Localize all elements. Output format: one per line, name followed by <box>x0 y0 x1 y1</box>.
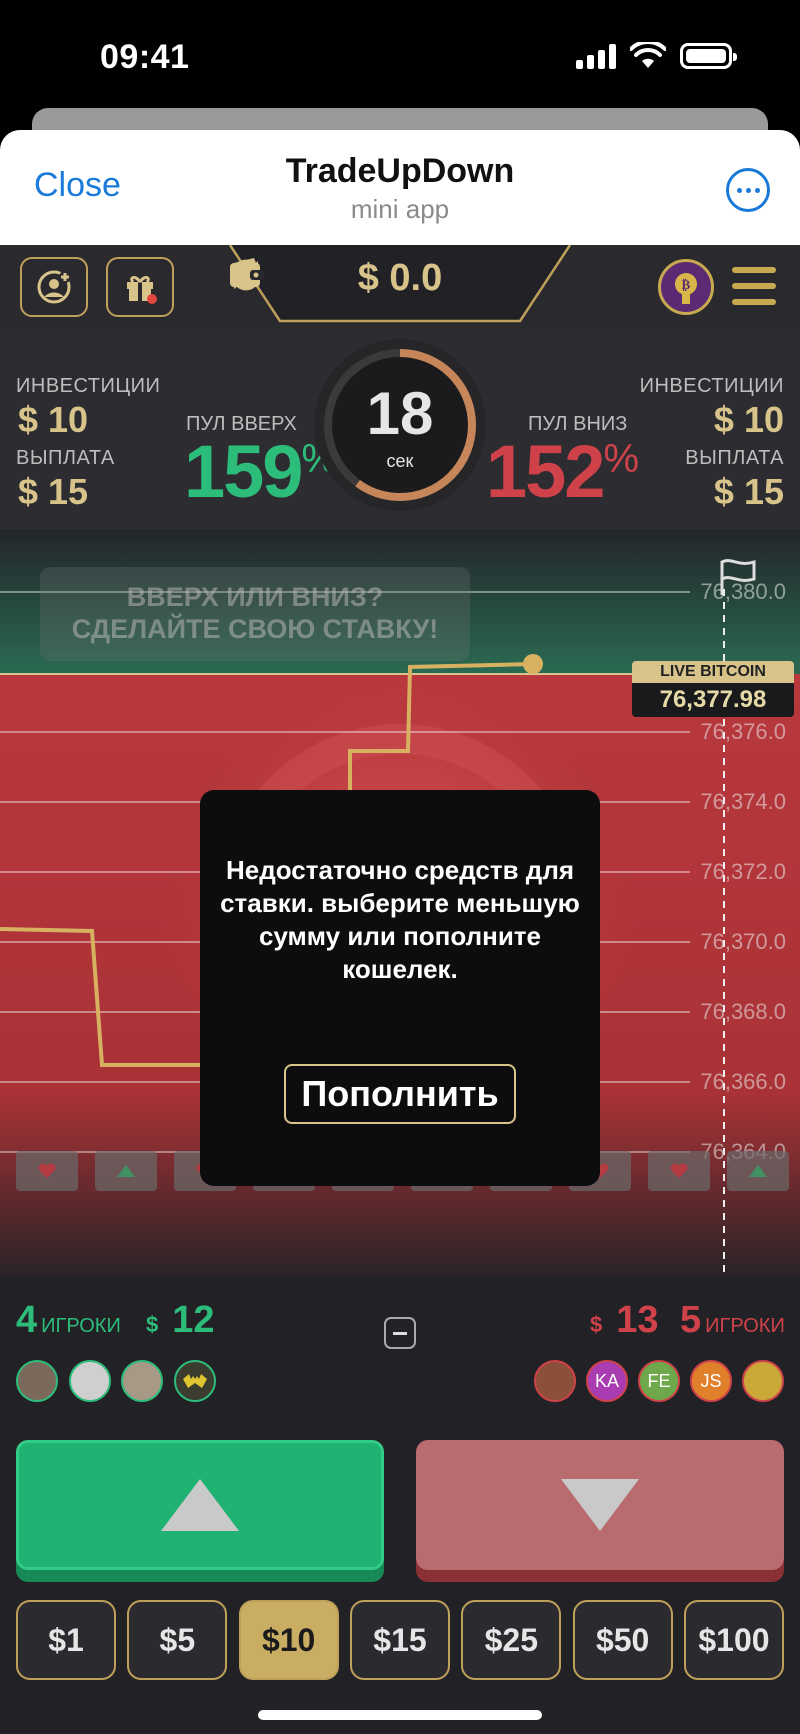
avatar: KA <box>586 1360 628 1402</box>
amount-button[interactable]: $50 <box>572 1600 673 1680</box>
signal-icon <box>576 43 616 69</box>
battery-icon <box>680 43 737 69</box>
players-panel: 4 ИГРОКИ $12 $13 5 ИГРОКИ KA FE JS <box>0 1275 800 1425</box>
mini-app-header: Close TradeUpDown mini app <box>0 130 800 245</box>
pool-down-percent: 152% <box>486 430 639 513</box>
price-tick: 76,370.0 <box>700 929 786 954</box>
arrow-down-icon <box>561 1479 639 1531</box>
down-players: 5 ИГРОКИ <box>680 1299 785 1341</box>
app-subtitle: mini app <box>350 194 450 224</box>
round-result-down <box>648 1151 710 1191</box>
round-result-up <box>727 1151 789 1191</box>
avatar <box>69 1360 111 1402</box>
svg-text:₿: ₿ <box>682 278 691 293</box>
up-pool-sum: $12 <box>146 1299 215 1341</box>
amount-button[interactable]: $5 <box>127 1600 228 1680</box>
home-indicator <box>258 1710 542 1720</box>
down-pool-sum: $13 <box>590 1299 659 1341</box>
amount-button[interactable]: $10 <box>238 1600 339 1680</box>
round-result-up <box>95 1151 157 1191</box>
right-payout-value: $ 15 <box>713 471 784 512</box>
menu-icon[interactable] <box>732 267 776 305</box>
dialog-message: Недостаточно средств для ставки. выберит… <box>220 855 580 984</box>
avatar: FE <box>638 1360 680 1402</box>
balance-amount: $ 0.0 <box>357 257 443 299</box>
left-payout-label: ВЫПЛАТА <box>16 447 115 469</box>
batman-icon <box>183 1374 207 1388</box>
arrow-up-icon <box>161 1479 239 1531</box>
insufficient-funds-dialog: Недостаточно средств для ставки. выберит… <box>200 790 600 1186</box>
bet-amounts: $1 $5 $10 $15 $25 $50 $100 <box>16 1600 784 1682</box>
stats-panel: ИНВЕСТИЦИИ $ 10 ВЫПЛАТА $ 15 ИНВЕСТИЦИИ … <box>0 329 800 529</box>
collapse-button[interactable] <box>384 1317 416 1349</box>
amount-button[interactable]: $15 <box>349 1600 450 1680</box>
amount-button[interactable]: $100 <box>683 1600 784 1680</box>
avatar <box>534 1360 576 1402</box>
status-bar: 09:41 <box>0 0 800 120</box>
price-tick: 76,368.0 <box>700 999 786 1024</box>
amount-button[interactable]: $25 <box>461 1600 562 1680</box>
round-timer: 18 сек <box>310 335 490 515</box>
balance-tab: $ 0.0 <box>228 245 572 325</box>
wifi-icon <box>630 42 666 68</box>
avatar <box>174 1360 216 1402</box>
balance-display: $ 0.0 <box>228 257 572 300</box>
bet-prompt: ВВЕРХ ИЛИ ВНИЗ? СДЕЛАЙТЕ СВОЮ СТАВКУ! <box>40 567 470 661</box>
round-result-down <box>16 1151 78 1191</box>
timer-seconds: 18 <box>366 380 434 447</box>
add-friend-button[interactable] <box>20 257 88 317</box>
add-user-icon <box>37 270 71 304</box>
left-invest-label: ИНВЕСТИЦИИ <box>16 375 161 397</box>
right-payout-label: ВЫПЛАТА <box>685 447 784 469</box>
gift-button[interactable] <box>106 257 174 317</box>
wallet-icon[interactable] <box>228 257 266 291</box>
avatar <box>121 1360 163 1402</box>
amount-button[interactable]: $1 <box>16 1600 116 1680</box>
status-icons <box>576 42 737 70</box>
avatar <box>16 1360 58 1402</box>
current-price-dot <box>523 654 543 674</box>
price-tick: 76,374.0 <box>700 789 786 814</box>
triangle-up-icon <box>749 1165 767 1177</box>
gift-icon <box>127 275 157 304</box>
left-payout-value: $ 15 <box>18 471 89 512</box>
top-up-button[interactable]: Пополнить <box>284 1064 516 1124</box>
more-options-icon[interactable] <box>726 168 770 212</box>
heart-icon <box>670 1163 688 1178</box>
bet-down-button[interactable] <box>416 1440 784 1570</box>
price-tick: 76,376.0 <box>700 719 786 744</box>
live-price-label: LIVE BITCOIN <box>632 661 794 683</box>
status-time: 09:41 <box>100 38 190 76</box>
price-tick: 76,372.0 <box>700 859 786 884</box>
triangle-up-icon <box>117 1165 135 1177</box>
live-price-value: 76,377.98 <box>632 683 794 717</box>
heart-icon <box>38 1163 56 1178</box>
price-tick: 76,366.0 <box>700 1069 786 1094</box>
app-title: TradeUpDown <box>285 152 515 190</box>
profile-avatar[interactable]: ₿ <box>658 259 714 315</box>
right-invest-label: ИНВЕСТИЦИИ <box>639 375 784 397</box>
bet-up-button[interactable] <box>16 1440 384 1570</box>
timer-unit: сек <box>386 451 414 471</box>
top-bar: $ 0.0 ₿ <box>0 245 800 329</box>
price-tick: 76,380.0 <box>700 579 786 604</box>
up-players: 4 ИГРОКИ <box>16 1299 121 1341</box>
live-price-tag: LIVE BITCOIN 76,377.98 <box>632 661 794 717</box>
left-invest-value: $ 10 <box>18 399 89 440</box>
avatar: JS <box>690 1360 732 1402</box>
bitcoin-character-icon: ₿ <box>675 273 697 304</box>
avatar <box>742 1360 784 1402</box>
right-invest-value: $ 10 <box>713 399 784 440</box>
